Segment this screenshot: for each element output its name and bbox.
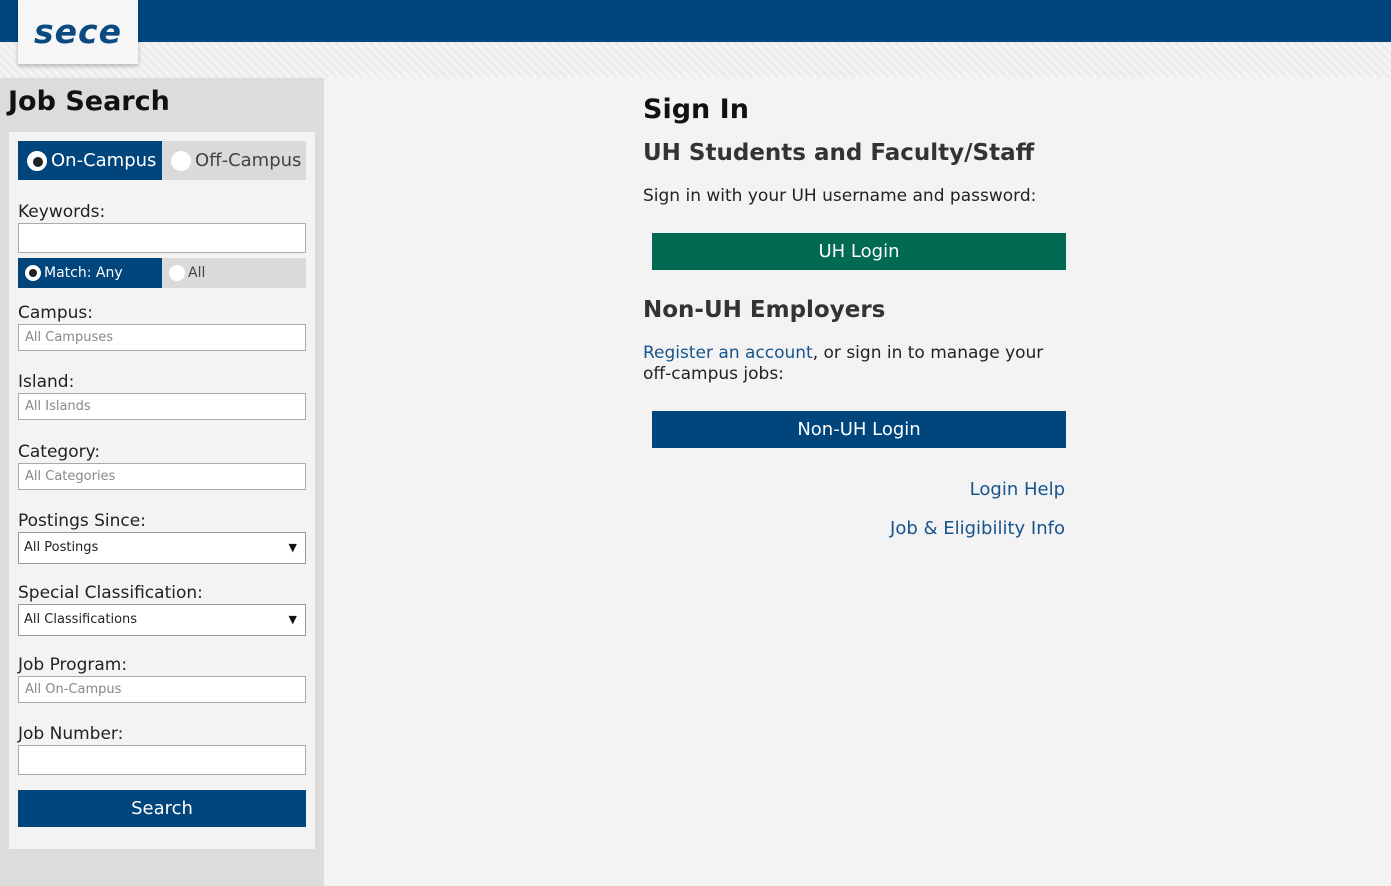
postings-since-select[interactable]: All Postings ▼ [18, 532, 306, 564]
on-campus-label: On-Campus [51, 150, 157, 171]
keywords-input[interactable] [18, 223, 306, 253]
off-campus-option[interactable]: Off-Campus [162, 141, 306, 180]
logo[interactable]: sece [18, 0, 138, 64]
login-help-link[interactable]: Login Help [970, 479, 1065, 500]
job-eligibility-info-link[interactable]: Job & Eligibility Info [890, 518, 1065, 539]
radio-unselected-icon [169, 265, 185, 281]
special-classification-select[interactable]: All Classifications ▼ [18, 604, 306, 636]
non-uh-login-button[interactable]: Non-UH Login [652, 411, 1066, 448]
uh-login-button[interactable]: UH Login [652, 233, 1066, 270]
sidebar-title: Job Search [8, 86, 170, 117]
special-classification-value: All Classifications [24, 612, 138, 627]
keywords-label: Keywords: [18, 202, 106, 222]
dropdown-arrow-icon: ▼ [288, 541, 297, 554]
job-program-field[interactable]: All On-Campus [18, 676, 306, 703]
radio-selected-icon [27, 150, 47, 171]
page-title: Sign In [643, 94, 749, 125]
uh-section-text: Sign in with your UH username and passwo… [643, 186, 1037, 206]
on-campus-option[interactable]: On-Campus [18, 141, 162, 180]
job-program-label: Job Program: [18, 655, 128, 675]
island-field[interactable]: All Islands [18, 393, 306, 420]
job-number-input[interactable] [18, 745, 306, 775]
job-search-sidebar: Job Search On-Campus Off-Campus Keywords… [0, 78, 324, 886]
campus-label: Campus: [18, 303, 93, 323]
campus-type-toggle: On-Campus Off-Campus [18, 141, 306, 180]
job-number-label: Job Number: [18, 724, 124, 744]
category-field[interactable]: All Categories [18, 463, 306, 490]
category-label: Category: [18, 442, 101, 462]
radio-selected-icon [25, 265, 41, 281]
uh-section-heading: UH Students and Faculty/Staff [643, 140, 1035, 166]
header-pattern-strip [0, 42, 1391, 78]
non-uh-section-text: Register an account, or sign in to manag… [643, 343, 1063, 385]
radio-unselected-icon [171, 150, 191, 171]
match-any-option[interactable]: Match: Any [18, 258, 162, 288]
register-account-link[interactable]: Register an account [643, 343, 813, 363]
island-label: Island: [18, 372, 75, 392]
match-all-option[interactable]: All [162, 258, 306, 288]
special-classification-label: Special Classification: [18, 583, 203, 603]
search-button[interactable]: Search [18, 790, 306, 827]
search-form-panel: On-Campus Off-Campus Keywords: Match: An… [9, 132, 315, 849]
keyword-match-toggle: Match: Any All [18, 258, 306, 288]
dropdown-arrow-icon: ▼ [288, 613, 297, 626]
campus-field[interactable]: All Campuses [18, 324, 306, 351]
match-any-label: Match: Any [44, 265, 123, 281]
off-campus-label: Off-Campus [195, 150, 302, 171]
top-header-bar [0, 0, 1391, 42]
match-all-label: All [188, 265, 206, 281]
postings-since-label: Postings Since: [18, 511, 146, 531]
logo-text: sece [34, 12, 122, 51]
postings-since-value: All Postings [24, 540, 99, 555]
non-uh-section-heading: Non-UH Employers [643, 297, 886, 323]
